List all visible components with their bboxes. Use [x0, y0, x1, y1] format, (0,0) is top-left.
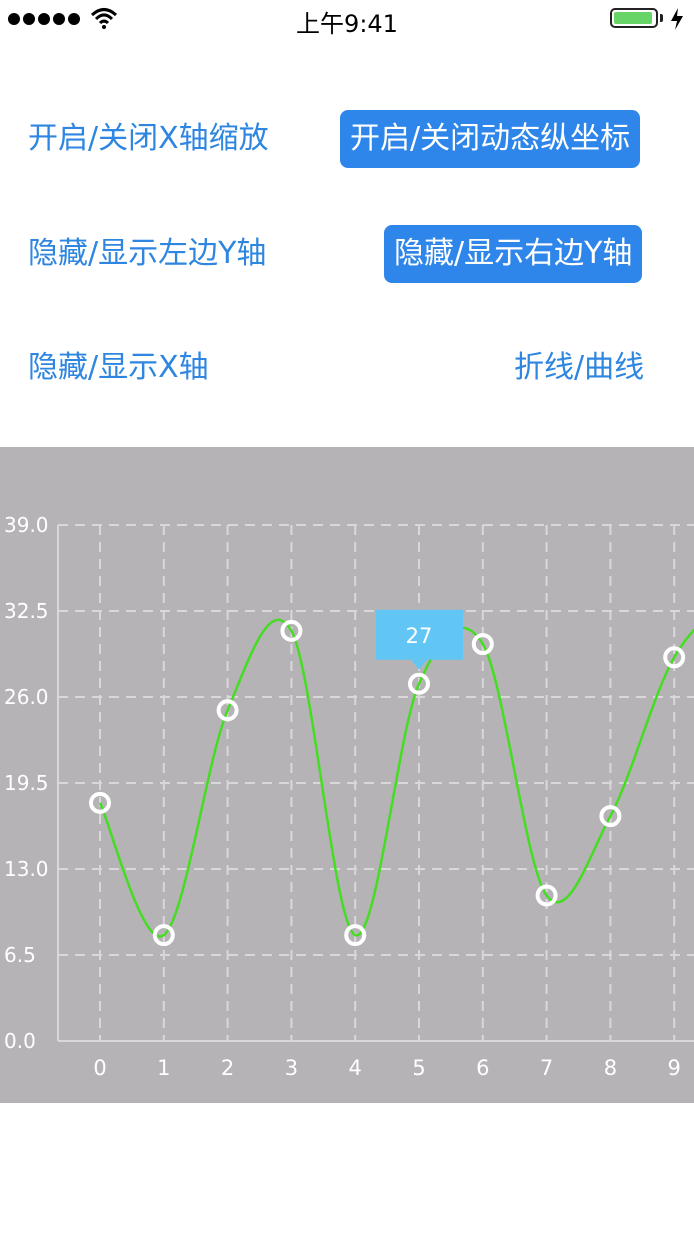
x-tick-label: 7: [540, 1056, 553, 1080]
value-tooltip: 27: [376, 609, 463, 670]
y-tick-label: 19.5: [4, 771, 49, 795]
line-curve-toggle-button[interactable]: 折线/曲线: [514, 339, 644, 397]
status-bar: 上午9:41: [0, 0, 694, 40]
status-time: 上午9:41: [296, 10, 398, 38]
y-tick-label: 26.0: [4, 685, 49, 709]
charging-bolt-icon: [671, 8, 683, 30]
x-tick-label: 4: [349, 1056, 362, 1080]
y-tick-label: 6.5: [4, 943, 36, 967]
toggle-x-axis-button[interactable]: 隐藏/显示X轴: [28, 339, 209, 397]
x-tick-label: 6: [476, 1056, 489, 1080]
tooltip-pointer: [411, 659, 427, 670]
chart-canvas[interactable]: 0.0 6.5 13.0 19.5 26.0 32.5 39.0 0 1 2 3 4 5 6 7 8 9 27: [0, 447, 694, 1103]
line-chart[interactable]: 0.0 6.5 13.0 19.5 26.0 32.5 39.0 0 1 2 3 4 5 6 7 8 9 27: [0, 447, 694, 1103]
y-tick-label: 0.0: [4, 1029, 36, 1053]
x-tick-label: 1: [157, 1056, 170, 1080]
x-tick-label: 0: [93, 1056, 106, 1080]
toggle-left-y-axis-button[interactable]: 隐藏/显示左边Y轴: [28, 225, 266, 283]
x-tick-label: 3: [285, 1056, 298, 1080]
battery-cap: [660, 14, 663, 22]
toggle-x-zoom-button[interactable]: 开启/关闭X轴缩放: [28, 110, 269, 168]
x-tick-label: 2: [221, 1056, 234, 1080]
toggle-dynamic-y-button[interactable]: 开启/关闭动态纵坐标: [340, 110, 641, 168]
toggle-right-y-axis-button[interactable]: 隐藏/显示右边Y轴: [384, 225, 643, 283]
y-tick-label: 32.5: [4, 599, 49, 623]
y-tick-label: 13.0: [4, 857, 49, 881]
x-tick-label: 8: [604, 1056, 617, 1080]
battery-icon: [610, 8, 658, 28]
tooltip-value: 27: [406, 624, 433, 648]
x-tick-label: 9: [668, 1056, 681, 1080]
y-tick-label: 39.0: [4, 513, 49, 537]
x-tick-label: 5: [412, 1056, 425, 1080]
